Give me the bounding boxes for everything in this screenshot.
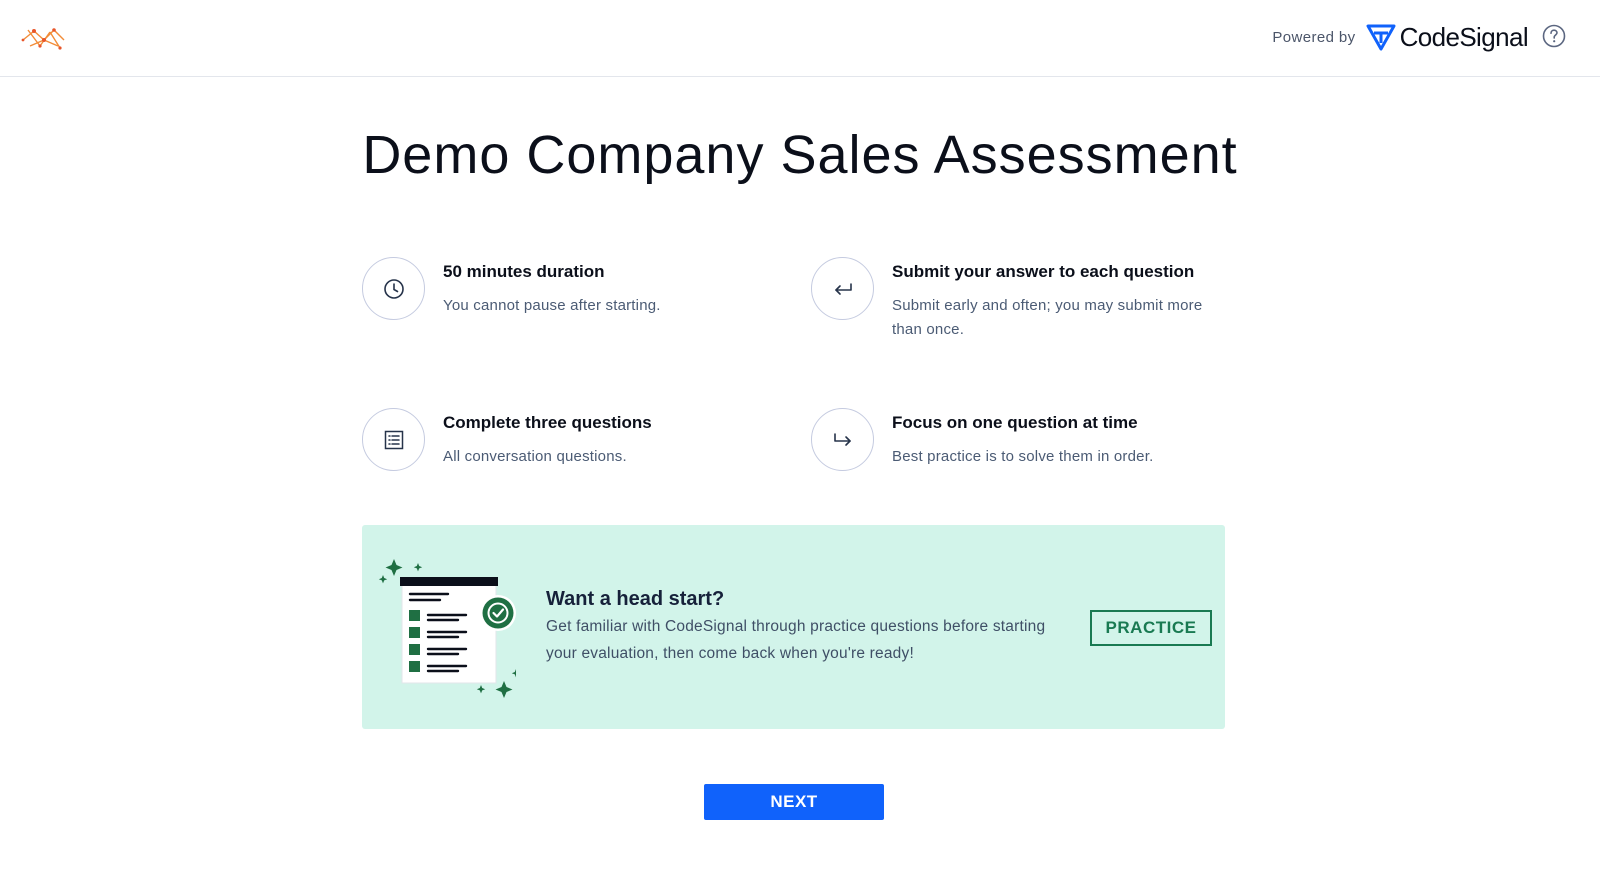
practice-promo-banner: Want a head start? Get familiar with Cod… bbox=[362, 525, 1225, 729]
feature-description: Submit early and often; you may submit m… bbox=[892, 297, 1203, 338]
feature-title: Focus on one question at time bbox=[892, 413, 1138, 432]
feature-icon-circle bbox=[362, 257, 425, 320]
codesignal-brand: CodeSignal bbox=[1366, 21, 1529, 53]
forward-arrow-icon bbox=[833, 432, 851, 446]
promo-description: Get familiar with CodeSignal through pra… bbox=[546, 618, 1046, 662]
powered-by: Powered by CodeSignal bbox=[1272, 20, 1528, 54]
checklist-illustration bbox=[378, 559, 516, 698]
next-button[interactable]: NEXT bbox=[704, 784, 884, 820]
codesignal-wordmark: CodeSignal bbox=[1399, 21, 1529, 52]
feature-description: You cannot pause after starting. bbox=[443, 297, 661, 314]
promo-text: Want a head start? Get familiar with Cod… bbox=[546, 587, 1076, 667]
feature-description: Best practice is to solve them in order. bbox=[892, 448, 1154, 465]
company-network-logo[interactable] bbox=[20, 22, 68, 54]
feature-title: Submit your answer to each question bbox=[892, 262, 1195, 281]
powered-by-label: Powered by bbox=[1272, 28, 1356, 46]
feature-title: Complete three questions bbox=[443, 413, 652, 432]
feature-title: 50 minutes duration bbox=[443, 262, 605, 281]
question-circle-icon[interactable] bbox=[1542, 24, 1566, 48]
codesignal-logo-icon bbox=[1366, 24, 1396, 51]
page-title: Demo Company Sales Assessment bbox=[362, 125, 1238, 185]
feature-icon-circle bbox=[811, 257, 874, 320]
return-arrow-icon bbox=[834, 282, 852, 295]
feature-description: All conversation questions. bbox=[443, 448, 627, 465]
feature-icon-circle bbox=[811, 408, 874, 471]
clock-icon bbox=[383, 278, 404, 299]
list-icon bbox=[384, 430, 403, 449]
practice-button[interactable]: PRACTICE bbox=[1090, 610, 1212, 646]
feature-icon-circle bbox=[362, 408, 425, 471]
promo-title: Want a head start? bbox=[546, 588, 725, 610]
top-bar: Powered by CodeSignal bbox=[0, 0, 1600, 77]
